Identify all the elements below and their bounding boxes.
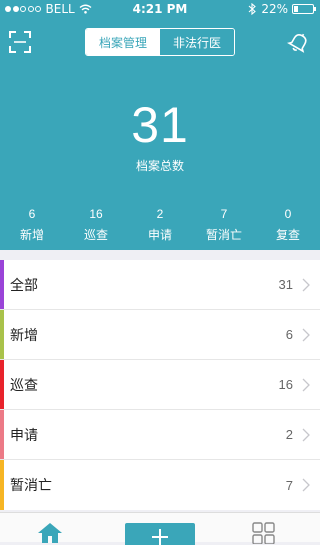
list-item-label: 暂消亡	[10, 478, 52, 494]
color-indicator	[0, 410, 4, 459]
home-icon[interactable]	[35, 521, 65, 543]
tab-archive-management[interactable]: 档案管理	[86, 29, 160, 55]
stat-suspended[interactable]: 7 暂消亡	[192, 207, 256, 243]
chevron-right-icon	[302, 378, 310, 392]
color-indicator	[0, 360, 4, 409]
tab-illegal-practice[interactable]: 非法行医	[160, 29, 234, 55]
tab-bar	[0, 512, 320, 545]
stat-inspection[interactable]: 16 巡查	[64, 207, 128, 243]
stat-label: 巡查	[83, 228, 108, 242]
stat-label: 申请	[147, 228, 172, 242]
chevron-right-icon	[302, 478, 310, 492]
color-indicator	[0, 460, 4, 510]
scan-icon[interactable]	[8, 30, 32, 54]
grid-icon[interactable]	[252, 522, 276, 544]
color-indicator	[0, 260, 4, 309]
list-item-all[interactable]: 全部 31	[0, 260, 320, 310]
stat-label: 新增	[19, 228, 44, 242]
stat-label: 暂消亡	[205, 228, 242, 242]
stat-value: 7	[220, 207, 228, 221]
stat-value: 6	[28, 207, 36, 221]
list-item-count: 16	[278, 377, 293, 392]
battery-icon	[292, 4, 316, 14]
list-item-count: 2	[285, 427, 293, 442]
bell-icon[interactable]	[287, 30, 311, 54]
list-item-count: 6	[285, 327, 293, 342]
chevron-right-icon	[302, 278, 310, 292]
list-item-inspection[interactable]: 巡查 16	[0, 360, 320, 410]
color-indicator	[0, 310, 4, 359]
status-right: 22%	[248, 2, 316, 16]
chevron-right-icon	[302, 428, 310, 442]
list-item-label: 申请	[10, 427, 38, 444]
list-item-label: 新增	[10, 327, 38, 344]
total-label: 档案总数	[135, 159, 184, 173]
total-count: 31	[131, 97, 189, 153]
list-item-count: 7	[285, 477, 293, 493]
list-item-suspended[interactable]: 暂消亡 7	[0, 460, 320, 510]
bluetooth-icon	[248, 3, 257, 15]
stats-row: 6 新增 16 巡查 2 申请 7 暂消亡 0 复查	[0, 207, 320, 243]
list-item-count: 31	[278, 277, 293, 292]
stat-value: 16	[89, 207, 103, 221]
header: BELL 4:21 PM 22% 档案管理 非法行医 31 档案总数 6 新增 …	[0, 0, 320, 250]
stat-recheck[interactable]: 0 复查	[256, 207, 320, 243]
segmented-control: 档案管理 非法行医	[85, 28, 235, 56]
battery-percent: 22%	[261, 2, 288, 16]
list-item-label: 全部	[10, 277, 38, 294]
list-item-new[interactable]: 新增 6	[0, 310, 320, 360]
list-item-application[interactable]: 申请 2	[0, 410, 320, 460]
category-list: 全部 31 新增 6 巡查 16 申请 2 暂消亡 7	[0, 260, 320, 510]
list-item-label: 巡查	[10, 377, 38, 394]
stat-application[interactable]: 2 申请	[128, 207, 192, 243]
chevron-right-icon	[302, 328, 310, 342]
battery-level	[294, 6, 298, 12]
stat-new[interactable]: 6 新增	[0, 207, 64, 243]
status-bar: BELL 4:21 PM 22%	[0, 0, 320, 20]
stat-value: 2	[156, 207, 164, 221]
stat-label: 复查	[275, 228, 300, 242]
stat-value: 0	[284, 207, 292, 221]
